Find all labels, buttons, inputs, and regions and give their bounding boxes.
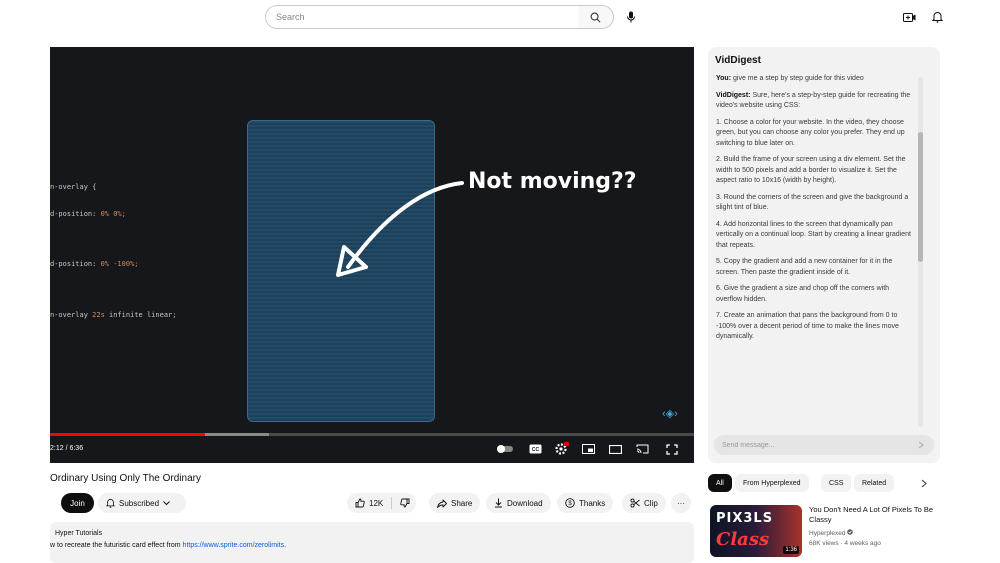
download-label: Download — [507, 498, 543, 508]
create-button[interactable] — [900, 8, 918, 26]
download-button[interactable]: Download — [486, 493, 551, 513]
search-input[interactable]: Search — [265, 5, 579, 29]
chat-scrollbar[interactable] — [918, 77, 923, 427]
more-horizontal-icon: ··· — [677, 498, 685, 508]
code-line: d-position: 0% -100%; — [50, 260, 139, 268]
search-button[interactable] — [578, 5, 614, 29]
share-icon — [437, 499, 447, 508]
code-line: n-overlay 22s infinite linear; — [50, 311, 177, 319]
svg-text:$: $ — [568, 501, 572, 507]
like-count: 12K — [369, 498, 384, 508]
chat-title: VidDigest — [715, 55, 761, 66]
duration-badge: 1:36 — [783, 546, 799, 554]
subtitles-icon: CC — [529, 444, 541, 454]
theater-mode-icon — [608, 444, 622, 454]
top-bar: Search — [0, 0, 1000, 36]
bell-icon — [931, 12, 943, 23]
chat-message-input[interactable] — [722, 439, 902, 451]
chat-message: 4. Add horizontal lines to the screen th… — [716, 220, 911, 249]
clip-button[interactable]: Clip — [622, 493, 666, 513]
chip-css[interactable]: CSS — [821, 474, 852, 492]
create-video-icon — [902, 12, 915, 22]
autoplay-toggle-icon — [497, 445, 513, 453]
microphone-icon — [627, 11, 635, 23]
recommendation-title[interactable]: You Don't Need A Lot Of Pixels To Be Cla… — [809, 505, 934, 525]
code-line: n-overlay { — [50, 183, 97, 191]
chat-messages[interactable]: You: give me a step by step guide for th… — [716, 74, 916, 426]
like-button[interactable]: 12K — [347, 493, 417, 513]
chevron-right-icon — [921, 479, 927, 487]
subtitles-button[interactable]: CC — [527, 442, 543, 456]
chevron-right-icon — [918, 441, 924, 449]
download-icon — [495, 498, 502, 508]
description-link[interactable]: https://www.sprite.com/zerolimits — [183, 542, 285, 549]
thumbs-down-icon — [400, 498, 410, 508]
fullscreen-icon — [666, 443, 678, 455]
svg-text:CC: CC — [531, 447, 539, 453]
more-actions-button[interactable]: ··· — [671, 493, 691, 513]
description-box[interactable]: Hyper Tutorials w to recreate the futuri… — [50, 522, 694, 563]
chat-message: 3. Round the corners of the screen and g… — [716, 193, 909, 212]
chip-all[interactable]: All — [708, 474, 732, 492]
recommendation-meta: 68K views · 4 weeks ago — [809, 540, 881, 547]
send-button[interactable] — [916, 440, 926, 450]
join-button[interactable]: Join — [61, 493, 94, 513]
chat-message: You: give me a step by step guide for th… — [716, 75, 864, 82]
fullscreen-button[interactable] — [664, 442, 680, 456]
notifications-button[interactable] — [928, 8, 946, 26]
overlay-caption: Not moving?? — [468, 169, 637, 194]
chips-next-button[interactable] — [918, 477, 930, 489]
voice-search-button[interactable] — [620, 6, 642, 28]
thumbnail-text: PIX3LS — [716, 511, 774, 526]
chat-message: 1. Choose a color for your website. In t… — [716, 118, 905, 147]
subscribed-button[interactable]: Subscribed — [98, 493, 186, 513]
autoplay-toggle[interactable] — [497, 442, 513, 456]
code-line: d-position: 0% 0%; — [50, 210, 126, 218]
cast-icon — [636, 444, 648, 454]
curved-arrow-icon — [336, 181, 464, 277]
cast-button[interactable] — [634, 442, 650, 456]
chip-related[interactable]: Related — [854, 474, 895, 492]
super-thanks-icon: $ — [565, 498, 575, 508]
thumbs-up-icon — [355, 498, 365, 508]
thanks-button[interactable]: $ Thanks — [557, 493, 614, 513]
verified-icon — [847, 529, 854, 535]
chat-message: VidDigest: Sure, here's a step-by-step g… — [716, 91, 911, 110]
chat-scrollbar-thumb[interactable] — [918, 132, 923, 262]
thumbnail-text: Class — [716, 529, 770, 550]
subscribed-label: Subscribed — [119, 498, 160, 508]
chat-input-container — [714, 435, 934, 455]
miniplayer-button[interactable] — [580, 442, 596, 456]
description-line: Hyper Tutorials — [55, 530, 103, 537]
channel-watermark-icon: ‹◈› — [662, 408, 678, 420]
bell-icon — [106, 498, 115, 508]
miniplayer-icon — [581, 444, 595, 454]
scissors-icon — [630, 498, 640, 508]
chat-message: 2. Build the frame of your screen using … — [716, 156, 906, 184]
description-line: w to recreate the futuristic card effect… — [50, 542, 287, 549]
chip-from-hyperplexed[interactable]: From Hyperplexed — [735, 474, 809, 492]
time-display: 2:12 / 6:36 — [50, 445, 84, 452]
share-label: Share — [451, 498, 473, 508]
progress-bar[interactable] — [50, 433, 694, 436]
theater-mode-button[interactable] — [607, 442, 623, 456]
chat-message: 6. Give the gradient a size and chop off… — [716, 285, 890, 303]
search-icon — [590, 12, 601, 22]
like-divider — [391, 497, 393, 509]
chat-message: 7. Create an animation that pans the bac… — [716, 312, 899, 340]
chevron-down-icon — [163, 500, 170, 505]
share-button[interactable]: Share — [429, 493, 481, 513]
recommendation-channel[interactable]: Hyperplexed — [809, 529, 854, 537]
progress-played — [50, 433, 205, 436]
settings-button[interactable] — [554, 442, 570, 456]
video-player[interactable]: n-overlay { d-position: 0% 0%; d-positio… — [50, 47, 694, 463]
video-title: Ordinary Using Only The Ordinary — [50, 473, 201, 484]
chat-message: 5. Copy the gradient and add a new conta… — [716, 258, 893, 276]
clip-label: Clip — [644, 498, 658, 508]
gear-icon — [555, 442, 569, 455]
recommendation-thumbnail[interactable]: PIX3LS Class 1:36 — [710, 505, 802, 557]
thanks-label: Thanks — [579, 498, 606, 508]
viddigest-chat-panel: VidDigest You: give me a step by step gu… — [708, 47, 940, 463]
search-placeholder: Search — [276, 12, 305, 22]
